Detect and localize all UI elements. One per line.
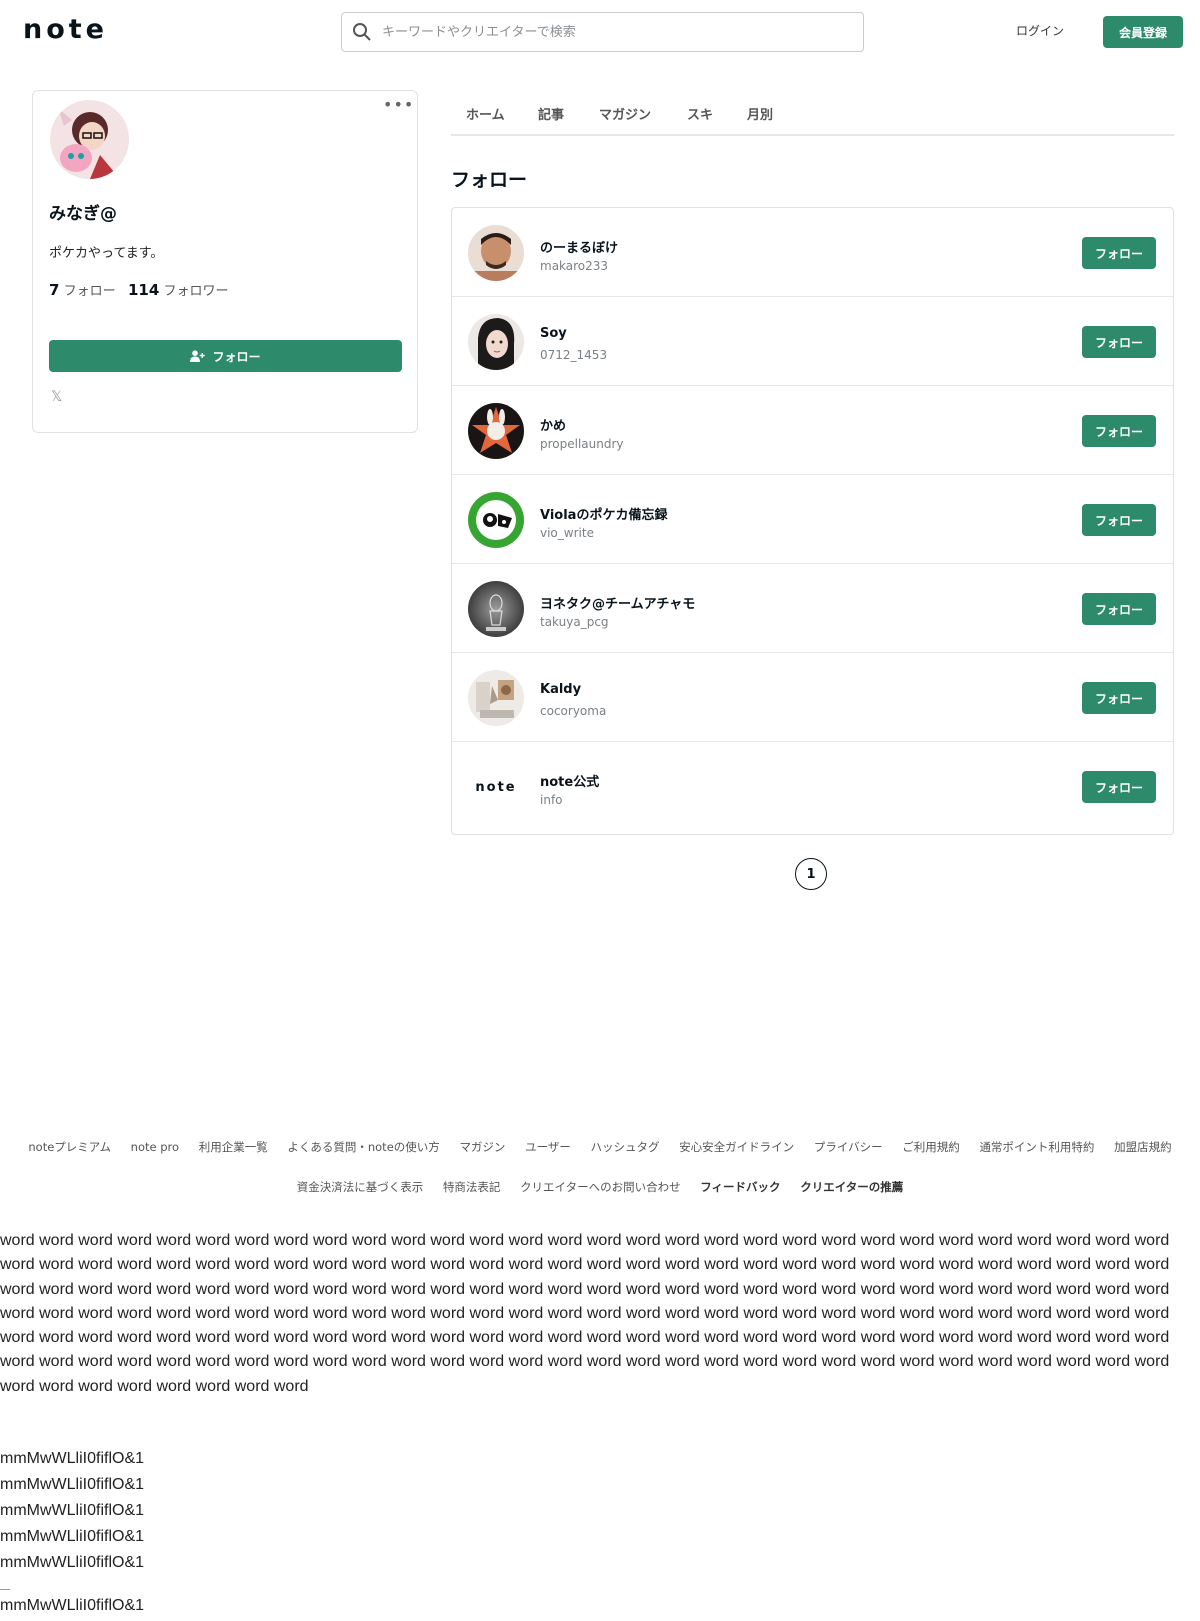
list-item: note note公式 info フォロー (452, 742, 1173, 831)
avatar[interactable] (468, 314, 524, 370)
creator-recommend-link[interactable]: クリエイターの推薦 (800, 1180, 903, 1194)
list-item: Soy 0712_1453 フォロー (452, 297, 1173, 386)
list-item: Kaldy cocoryoma フォロー (452, 653, 1173, 742)
follow-button[interactable]: フォロー (1082, 326, 1156, 358)
following-label[interactable]: フォロー (64, 284, 116, 299)
user-name[interactable]: のーまるぼけ (540, 237, 618, 256)
follower-label[interactable]: フォロワー (163, 284, 228, 299)
user-name[interactable]: note公式 (540, 771, 599, 790)
glyph-line: mmMwWLliI0fiflO&1 (0, 1528, 145, 1545)
footer-link[interactable]: よくある質問・noteの使い方 (287, 1140, 439, 1154)
follow-button[interactable]: フォロー (1082, 504, 1156, 536)
avatar[interactable] (50, 100, 129, 179)
footer-link[interactable]: 安心安全ガイドライン (679, 1140, 794, 1154)
note-logo-avatar: note (475, 779, 517, 795)
user-id: cocoryoma (540, 704, 607, 718)
filler-text: word word word word word word word word … (0, 1232, 1170, 1395)
search-box[interactable] (341, 12, 864, 52)
user-name[interactable]: Kaldy (540, 682, 581, 697)
glyph-line: mmMwWLliI0fiflO&1 (0, 1597, 145, 1614)
list-item: のーまるぼけ makaro233 フォロー (452, 208, 1173, 297)
avatar[interactable] (468, 492, 524, 548)
profile-card: ••• みなぎ@ ポケカやってます。 7 フォロー 114 フォロワー フォロー… (32, 90, 418, 433)
avatar[interactable]: note (468, 759, 524, 815)
user-name[interactable]: ヨネタク@チームアチャモ (540, 593, 695, 612)
glyph-line: mmMwWLliI0fiflO&1 (0, 1476, 145, 1493)
follow-button[interactable]: フォロー (1082, 682, 1156, 714)
tab-articles[interactable]: 記事 (538, 104, 564, 123)
tab-home[interactable]: ホーム (466, 104, 505, 123)
more-options-icon[interactable]: ••• (383, 95, 414, 114)
user-id: makaro233 (540, 259, 609, 273)
avatar[interactable] (468, 225, 524, 281)
tab-likes[interactable]: スキ (687, 104, 713, 123)
pagination-page[interactable]: 1 (795, 858, 827, 890)
following-count[interactable]: 7 (49, 281, 59, 299)
user-id: 0712_1453 (540, 348, 608, 362)
list-item: Violaのポケカ備忘録 vio_write フォロー (452, 475, 1173, 564)
user-name[interactable]: Soy (540, 326, 567, 341)
footer-link[interactable]: クリエイターへのお問い合わせ (520, 1180, 681, 1194)
footer-link[interactable]: 通常ポイント利用特約 (979, 1140, 1094, 1154)
footer-links-secondary: 資金決済法に基づく表示 特商法表記 クリエイターへのお問い合わせ フィードバック… (0, 1179, 1200, 1195)
footer-link[interactable]: 加盟店規約 (1114, 1140, 1172, 1154)
follow-button[interactable]: フォロー (1082, 593, 1156, 625)
avatar[interactable] (468, 670, 524, 726)
feedback-link[interactable]: フィードバック (700, 1180, 780, 1194)
list-item: ヨネタク@チームアチャモ takuya_pcg フォロー (452, 564, 1173, 653)
header: note ログイン 会員登録 (0, 0, 1200, 66)
footer-link[interactable]: マガジン (459, 1140, 505, 1154)
login-link[interactable]: ログイン (1016, 22, 1064, 39)
footer-links: noteプレミアム note pro 利用企業一覧 よくある質問・noteの使い… (0, 1139, 1200, 1155)
profile-stats: 7 フォロー 114 フォロワー (49, 280, 228, 299)
avatar[interactable] (468, 403, 524, 459)
signup-button[interactable]: 会員登録 (1103, 16, 1183, 48)
tab-monthly[interactable]: 月別 (747, 104, 773, 123)
search-icon (353, 23, 371, 41)
user-id: vio_write (540, 526, 594, 540)
user-id: info (540, 793, 563, 807)
footer-link[interactable]: ユーザー (525, 1140, 571, 1154)
glyph-line: mmMwWLliI0fiflO&1 (0, 1554, 145, 1571)
footer-link[interactable]: 特商法表記 (443, 1180, 501, 1194)
profile-follow-button[interactable]: フォロー (49, 340, 402, 372)
avatar[interactable] (468, 581, 524, 637)
page-title: フォロー (451, 169, 528, 191)
note-logo[interactable]: note (23, 14, 108, 45)
profile-follow-label: フォロー (212, 349, 261, 364)
follower-count[interactable]: 114 (128, 281, 159, 299)
footer-link[interactable]: 利用企業一覧 (199, 1140, 268, 1154)
glyph-line: mmMwWLliI0fiflO&1 (0, 1502, 145, 1519)
add-user-icon (190, 350, 206, 362)
list-item: かめ propellaundry フォロー (452, 386, 1173, 475)
user-name[interactable]: かめ (540, 415, 566, 434)
footer-link[interactable]: ご利用規約 (902, 1140, 960, 1154)
divider (0, 1589, 10, 1590)
glyph-line: mmMwWLliI0fiflO&1 (0, 1450, 145, 1467)
footer-link[interactable]: プライバシー (814, 1140, 883, 1154)
footer-link[interactable]: note pro (131, 1140, 179, 1154)
user-id: propellaundry (540, 437, 624, 451)
user-name[interactable]: Violaのポケカ備忘録 (540, 504, 667, 523)
footer-link[interactable]: noteプレミアム (28, 1140, 111, 1154)
glyph-test-lines: mmMwWLliI0fiflO&1 mmMwWLliI0fiflO&1 mmMw… (0, 1446, 144, 1576)
search-input[interactable] (382, 19, 852, 45)
profile-name: みなぎ@ (49, 204, 117, 224)
follow-button[interactable]: フォロー (1082, 415, 1156, 447)
profile-bio: ポケカやってます。 (49, 246, 164, 261)
tab-magazines[interactable]: マガジン (599, 104, 651, 123)
follow-button[interactable]: フォロー (1082, 237, 1156, 269)
footer-link[interactable]: 資金決済法に基づく表示 (297, 1180, 424, 1194)
user-id: takuya_pcg (540, 615, 609, 629)
profile-tabs: ホーム 記事 マガジン スキ 月別 (451, 96, 1174, 136)
footer-link[interactable]: ハッシュタグ (591, 1140, 660, 1154)
follow-list: のーまるぼけ makaro233 フォロー Soy 0712_1453 フォロー… (451, 207, 1174, 835)
follow-button[interactable]: フォロー (1082, 771, 1156, 803)
x-icon[interactable]: 𝕏 (51, 389, 62, 405)
